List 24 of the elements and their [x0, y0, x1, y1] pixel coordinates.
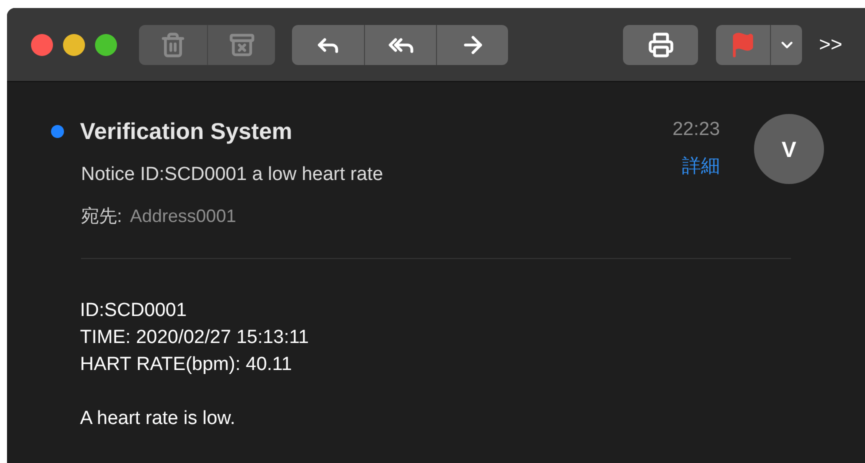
- trash-icon: [160, 32, 186, 58]
- close-window-button[interactable]: [31, 34, 53, 56]
- arrow-right-button[interactable]: [436, 24, 508, 64]
- recipient-address: Address0001: [130, 205, 236, 228]
- trash-x-icon: [228, 32, 254, 58]
- printer-icon: [648, 32, 674, 58]
- body-text-line: A heart rate is low.: [80, 407, 236, 431]
- reply-button[interactable]: [292, 24, 364, 64]
- body-text-line: TIME: 2020/02/27 15:13:11: [80, 326, 310, 350]
- overflow-button[interactable]: >>: [819, 30, 842, 60]
- flag-icon: [730, 32, 756, 58]
- zoom-window-button[interactable]: [95, 34, 117, 56]
- reply-all-button[interactable]: [364, 24, 436, 64]
- details-link[interactable]: 詳細: [682, 152, 720, 181]
- minimize-window-button[interactable]: [63, 34, 85, 56]
- body-text-line: ID:SCD0001: [80, 299, 188, 323]
- body-text-line: HART RATE(bpm): 40.11: [80, 353, 293, 377]
- recipient-label: 宛先:: [81, 205, 122, 228]
- printer-button[interactable]: [623, 24, 698, 64]
- chevron-down-button[interactable]: [770, 24, 802, 64]
- sender-avatar: V: [754, 114, 824, 184]
- message-time: 22:23: [672, 118, 720, 142]
- sender-name: Verification System: [80, 117, 292, 146]
- subject: Notice ID:SCD0001 a low heart rate: [81, 162, 384, 186]
